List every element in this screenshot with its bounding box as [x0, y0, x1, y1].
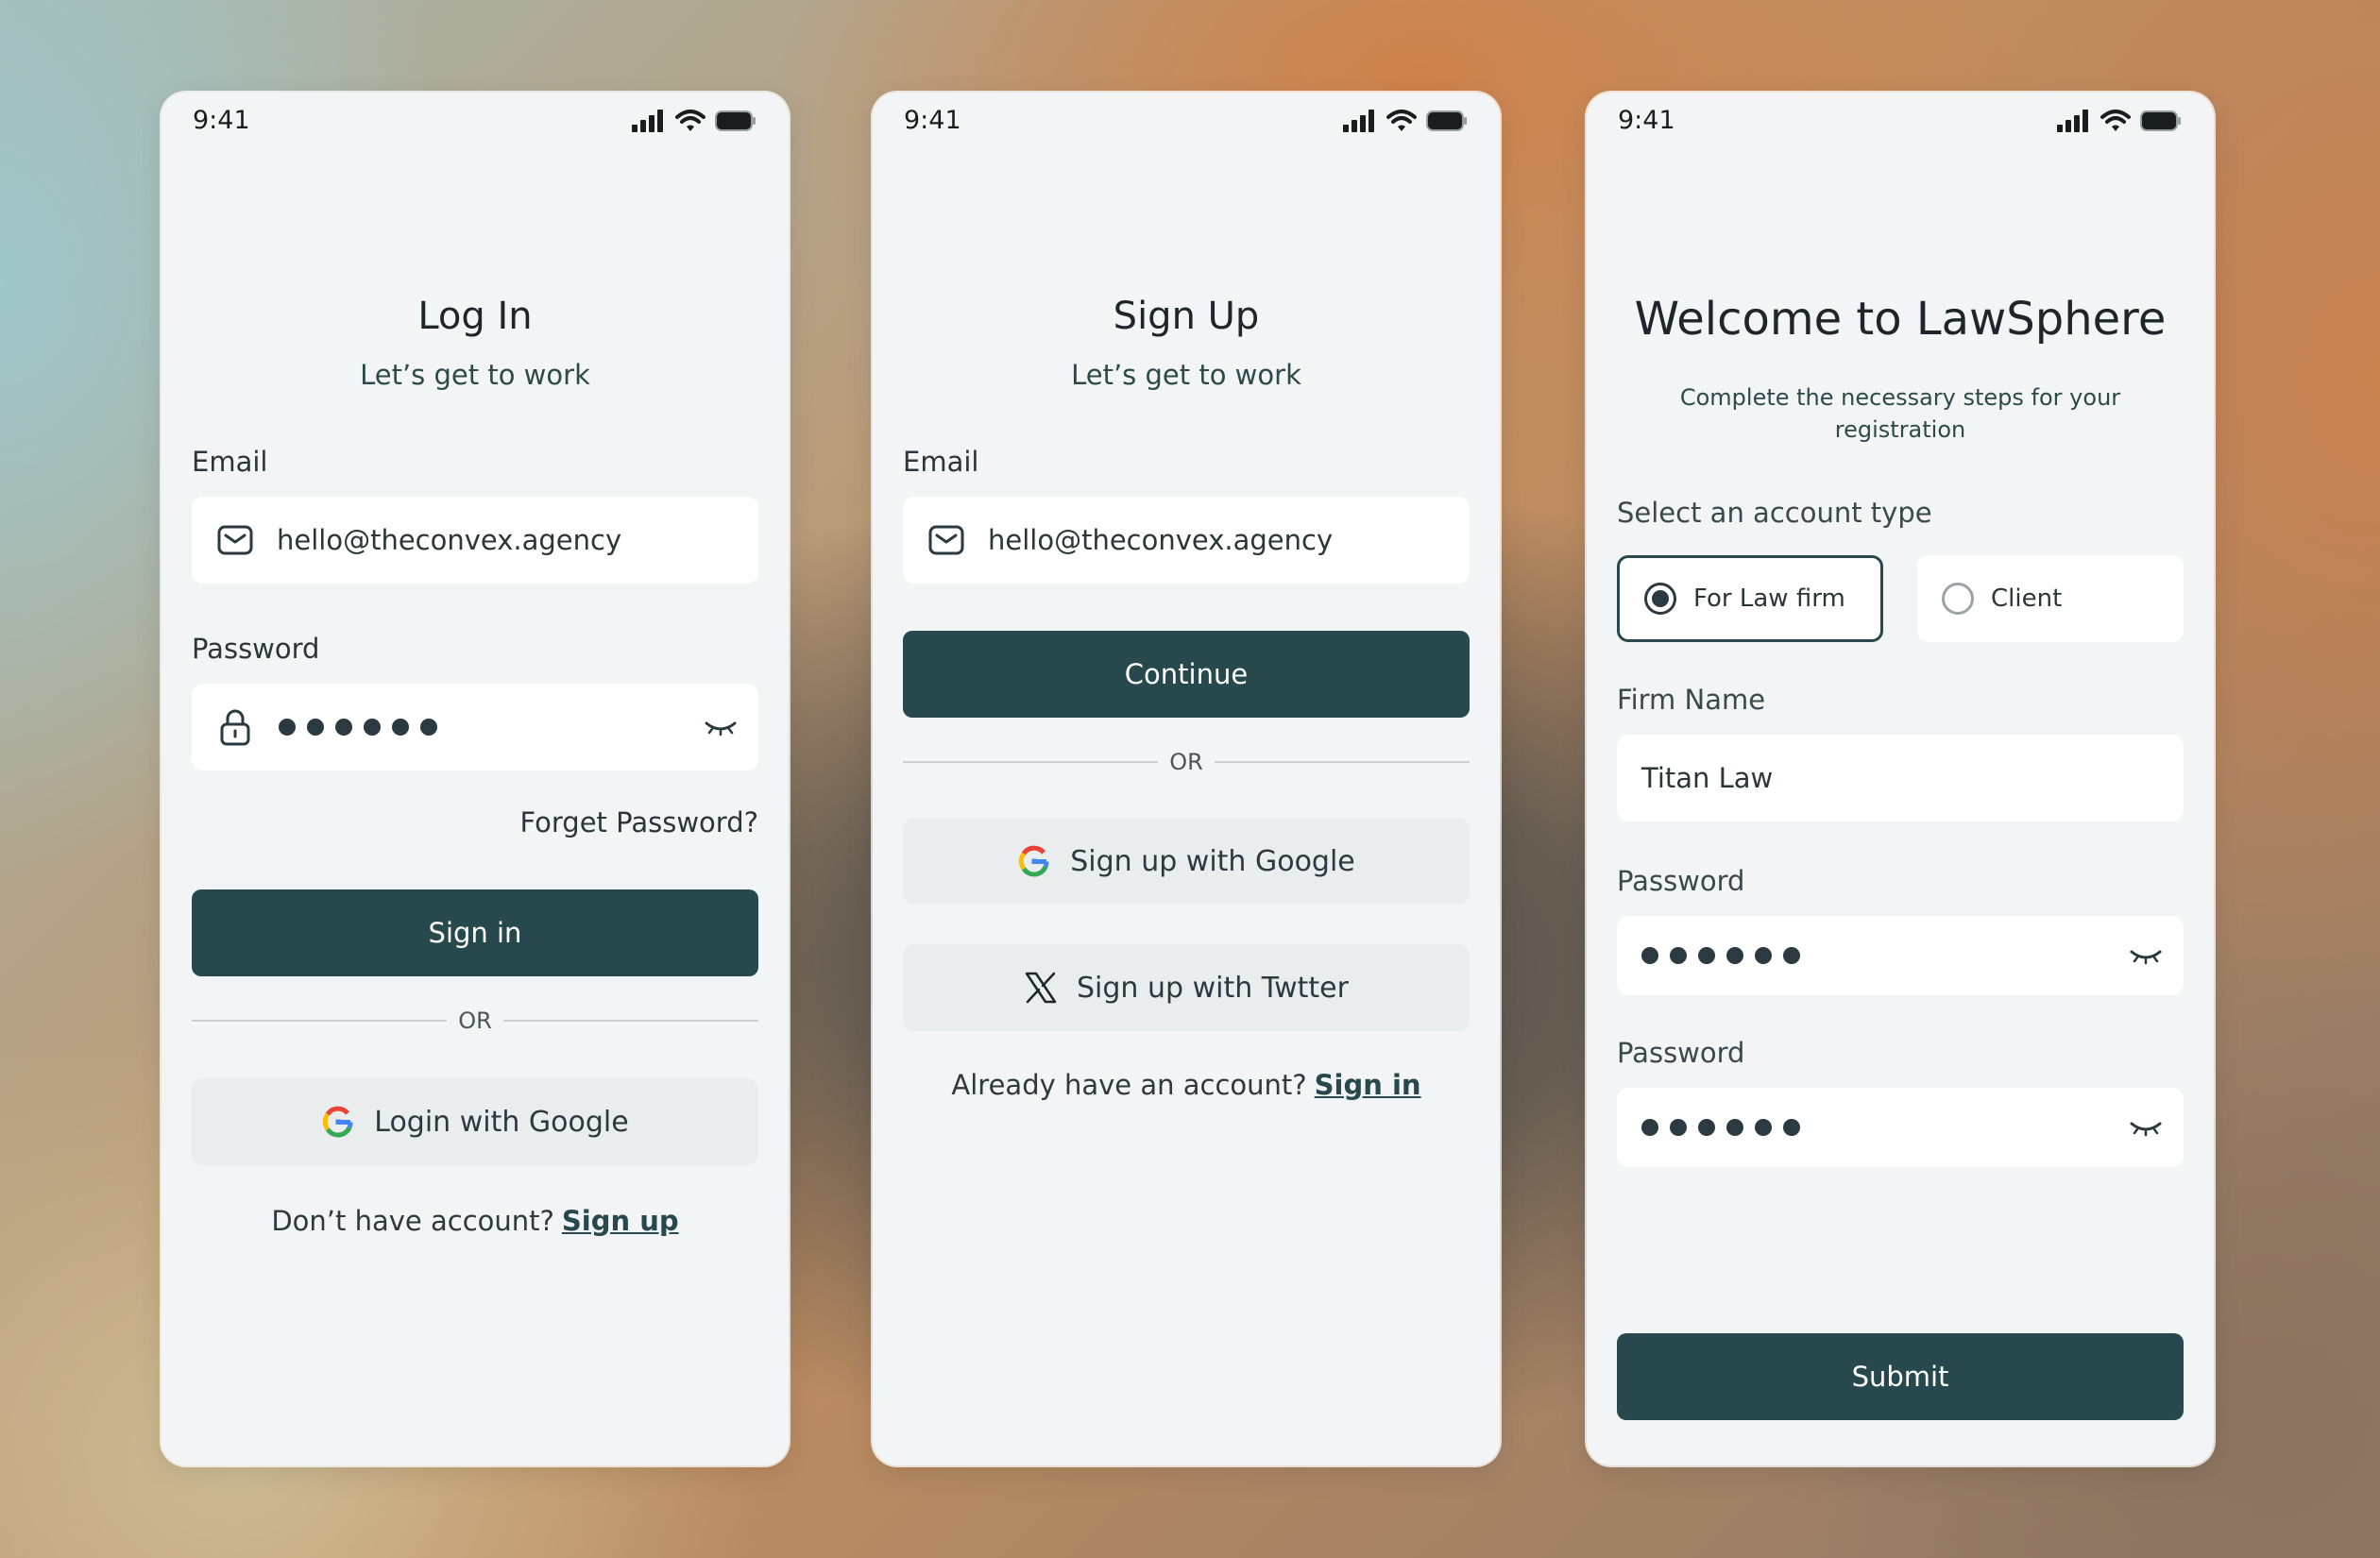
battery-icon — [715, 110, 756, 131]
radio-selected-icon — [1644, 583, 1676, 615]
signup-google-button[interactable]: Sign up with Google — [903, 818, 1470, 905]
or-divider: OR — [192, 1007, 759, 1035]
radio-unselected-icon — [1942, 583, 1974, 615]
email-field[interactable]: hello@theconvex.agency — [192, 497, 758, 584]
page-subtitle: Complete the necessary steps for your re… — [1679, 384, 2121, 443]
battery-icon — [1426, 110, 1467, 131]
firm-name-label: Firm Name — [1617, 684, 1766, 716]
email-field[interactable]: hello@theconvex.agency — [903, 497, 1470, 584]
status-time: 9:41 — [904, 106, 961, 135]
password-dots — [1641, 947, 1800, 964]
signin-prompt: Already have an account? Sign in — [873, 1069, 1500, 1101]
password-label: Password — [192, 633, 320, 665]
wifi-icon — [675, 110, 706, 131]
page-subtitle: Let’s get to work — [1071, 359, 1301, 391]
account-type-client-option[interactable]: Client — [1917, 555, 2184, 642]
eye-closed-icon[interactable] — [2129, 1112, 2163, 1141]
mail-icon — [927, 521, 965, 559]
forgot-password-link[interactable]: Forget Password? — [520, 806, 759, 838]
signin-prompt-text: Already have an account? — [951, 1069, 1307, 1101]
status-time: 9:41 — [1618, 106, 1675, 135]
eye-closed-icon[interactable] — [2129, 940, 2163, 969]
or-text: OR — [458, 1008, 492, 1034]
x-twitter-icon — [1025, 972, 1057, 1004]
mail-icon — [216, 521, 254, 559]
signal-icon — [1343, 110, 1374, 132]
signup-google-label: Sign up with Google — [1070, 844, 1355, 878]
signup-prompt-text: Don’t have account? — [271, 1205, 554, 1237]
status-icons — [2057, 110, 2182, 132]
eye-closed-icon[interactable] — [704, 712, 738, 740]
firm-name-value: Titan Law — [1641, 762, 1774, 794]
signal-icon — [632, 110, 663, 132]
lock-icon — [216, 708, 254, 746]
status-icons — [632, 110, 756, 132]
confirm-password-field[interactable] — [1617, 1088, 2184, 1167]
or-text: OR — [1169, 749, 1203, 775]
email-label: Email — [192, 446, 268, 478]
password-dots — [279, 719, 437, 736]
password-field[interactable] — [192, 684, 758, 771]
confirm-password-label: Password — [1617, 1037, 1745, 1069]
firm-name-field[interactable]: Titan Law — [1617, 735, 2184, 821]
submit-button[interactable]: Submit — [1617, 1333, 2184, 1420]
wifi-icon — [2100, 110, 2131, 131]
sign-in-button[interactable]: Sign in — [192, 889, 758, 976]
password-label: Password — [1617, 865, 1745, 897]
continue-button[interactable]: Continue — [903, 631, 1470, 718]
registration-screen: 9:41 Welcome to LawSphere Complete the n… — [1587, 93, 2214, 1465]
client-option-label: Client — [1991, 584, 2063, 613]
wifi-icon — [1386, 110, 1417, 131]
signup-twitter-button[interactable]: Sign up with Twtter — [903, 944, 1470, 1031]
page-subtitle: Let’s get to work — [360, 359, 590, 391]
status-time: 9:41 — [193, 106, 250, 135]
lawfirm-option-label: For Law firm — [1693, 584, 1845, 613]
sign-up-link[interactable]: Sign up — [562, 1205, 679, 1237]
signup-twitter-label: Sign up with Twtter — [1077, 971, 1349, 1005]
email-value: hello@theconvex.agency — [988, 524, 1334, 556]
signal-icon — [2057, 110, 2088, 132]
password-field[interactable] — [1617, 916, 2184, 995]
email-label: Email — [903, 446, 979, 478]
google-icon — [323, 1106, 353, 1138]
google-icon — [1018, 845, 1049, 877]
page-title: Sign Up — [1113, 295, 1260, 338]
confirm-password-dots — [1641, 1119, 1800, 1136]
login-screen: 9:41 Log In Let’s get to work Email hell… — [162, 93, 789, 1465]
status-bar: 9:41 — [162, 93, 789, 149]
account-type-label: Select an account type — [1617, 497, 1932, 529]
account-type-lawfirm-option[interactable]: For Law firm — [1617, 555, 1883, 642]
email-value: hello@theconvex.agency — [277, 524, 622, 556]
status-bar: 9:41 — [1587, 93, 2214, 149]
signup-prompt: Don’t have account? Sign up — [162, 1205, 789, 1237]
page-title: Log In — [417, 295, 533, 338]
login-google-button[interactable]: Login with Google — [192, 1078, 758, 1165]
sign-in-link[interactable]: Sign in — [1315, 1069, 1421, 1101]
status-bar: 9:41 — [873, 93, 1500, 149]
or-divider: OR — [903, 748, 1470, 776]
battery-icon — [2140, 110, 2181, 131]
status-icons — [1343, 110, 1468, 132]
page-title: Welcome to LawSphere — [1634, 293, 2167, 346]
login-google-label: Login with Google — [374, 1105, 629, 1139]
signup-screen: 9:41 Sign Up Let’s get to work Email hel… — [873, 93, 1500, 1465]
